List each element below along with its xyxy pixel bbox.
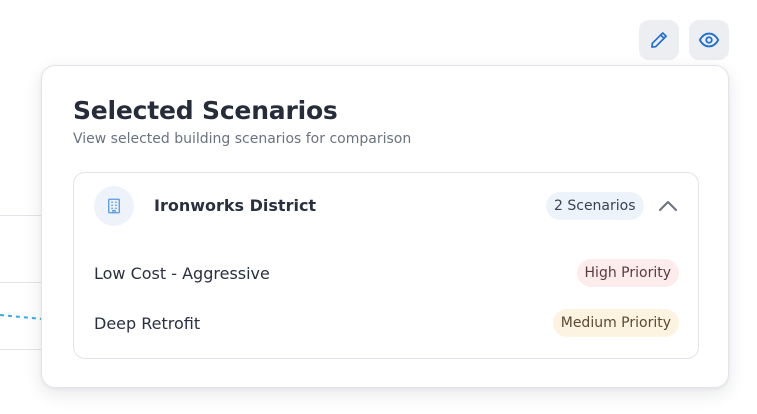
eye-icon (698, 32, 720, 48)
edit-button[interactable] (639, 20, 679, 60)
building-icon (108, 198, 120, 214)
background-divider (0, 349, 42, 350)
scenario-name: Low Cost - Aggressive (94, 264, 270, 283)
background-chart-line (0, 314, 42, 320)
popover-title: Selected Scenarios (73, 96, 338, 125)
collapse-toggle[interactable] (656, 196, 680, 216)
building-name: Ironworks District (154, 196, 317, 215)
priority-badge: High Priority (576, 259, 679, 287)
building-group-card: Ironworks District 2 Scenarios Low Cost … (73, 172, 699, 359)
scenario-count-badge: 2 Scenarios (546, 192, 644, 220)
scenario-row[interactable]: Low Cost - Aggressive High Priority (94, 258, 679, 288)
pencil-icon (651, 32, 667, 48)
view-button[interactable] (689, 20, 729, 60)
building-avatar (94, 186, 134, 226)
priority-badge: Medium Priority (552, 309, 679, 337)
scenario-name: Deep Retrofit (94, 314, 201, 333)
popover-subtitle: View selected building scenarios for com… (73, 131, 412, 147)
building-group-header[interactable]: Ironworks District 2 Scenarios (74, 173, 698, 239)
selected-scenarios-popover: Selected Scenarios View selected buildin… (41, 65, 729, 388)
chevron-up-icon (659, 201, 677, 211)
background-divider (0, 215, 42, 216)
scenario-row[interactable]: Deep Retrofit Medium Priority (94, 308, 679, 338)
